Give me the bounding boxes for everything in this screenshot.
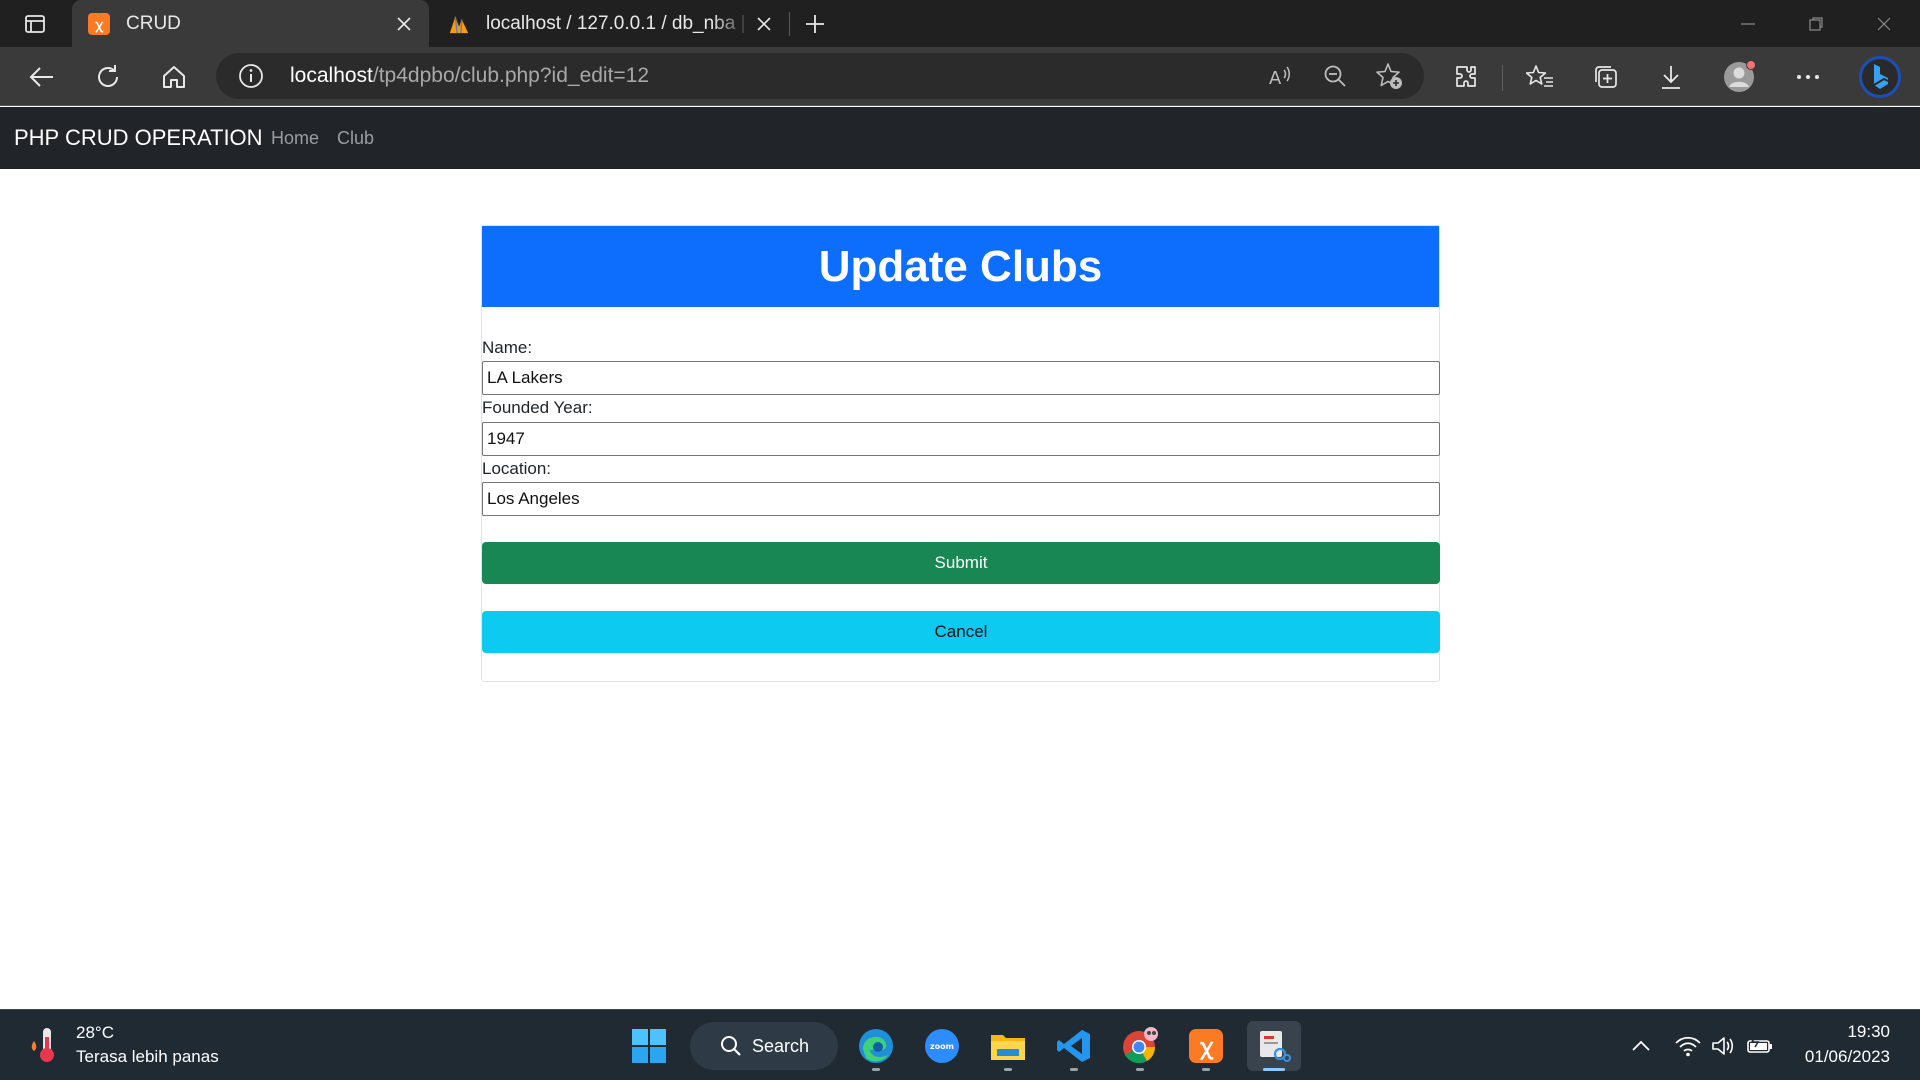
search-icon: [721, 1036, 741, 1056]
xampp-icon: ꭓ: [88, 12, 110, 35]
cancel-button[interactable]: Cancel: [482, 611, 1440, 653]
tab-title: CRUD: [126, 12, 181, 34]
name-input[interactable]: [482, 361, 1440, 395]
browser-toolbar: localhost/tp4dpbo/club.php?id_edit=12 A: [0, 47, 1920, 106]
location-label: Location:: [482, 459, 551, 478]
chevron-up-icon[interactable]: [1626, 1031, 1656, 1061]
nav-link-home[interactable]: Home: [271, 128, 319, 149]
location-input[interactable]: [482, 482, 1440, 516]
clock-time[interactable]: 19:30: [1847, 1022, 1890, 1042]
tab-actions-icon[interactable]: [20, 11, 50, 37]
refresh-icon[interactable]: [91, 60, 125, 94]
url-host: localhost: [290, 64, 373, 87]
minimize-icon[interactable]: [1714, 0, 1782, 47]
close-tab-icon[interactable]: [391, 11, 417, 37]
volume-icon[interactable]: [1708, 1031, 1738, 1061]
svg-text:zoom: zoom: [930, 1042, 954, 1051]
nav-link-club[interactable]: Club: [337, 128, 374, 149]
name-label: Name:: [482, 338, 533, 357]
close-tab-icon[interactable]: [751, 11, 777, 37]
browser-tab-strip: ꭓ CRUD localhost / 127.0.0.1 / db_nba | …: [0, 0, 1920, 47]
chrome-icon[interactable]: [1115, 1021, 1165, 1071]
tab-title: localhost / 127.0.0.1 / db_nba | phpMyAd…: [486, 12, 751, 34]
wifi-icon[interactable]: [1673, 1031, 1703, 1061]
downloads-icon[interactable]: [1654, 60, 1688, 94]
running-indicator: [1070, 1068, 1078, 1071]
edge-icon[interactable]: [851, 1021, 901, 1071]
running-indicator: [1202, 1068, 1210, 1071]
home-icon[interactable]: [157, 60, 191, 94]
back-icon[interactable]: [25, 60, 59, 94]
new-tab-icon[interactable]: [800, 10, 830, 38]
more-options-icon[interactable]: [1791, 60, 1825, 94]
file-explorer-icon[interactable]: [983, 1021, 1033, 1071]
weather-temperature[interactable]: 28°C: [76, 1023, 114, 1043]
site-navbar: PHP CRUD OPERATION Home Club: [0, 107, 1920, 169]
xampp-app-icon[interactable]: ꭓ: [1181, 1021, 1231, 1071]
extensions-icon[interactable]: [1449, 60, 1483, 94]
site-info-icon[interactable]: [238, 63, 264, 89]
search-label: Search: [752, 1035, 810, 1056]
bing-copilot-icon[interactable]: [1857, 54, 1903, 100]
add-favorite-icon[interactable]: [1374, 61, 1404, 91]
running-indicator: [1136, 1068, 1144, 1071]
url-path: /tp4dpbo/club.php?id_edit=12: [372, 64, 650, 87]
favorites-icon[interactable]: [1523, 60, 1557, 94]
restore-icon[interactable]: [1782, 0, 1850, 47]
close-window-icon[interactable]: [1850, 0, 1918, 47]
running-indicator: [1004, 1068, 1012, 1071]
windows-taskbar: 28°C Terasa lebih panas Search zoom ꭓ 19…: [0, 1009, 1920, 1080]
address-bar[interactable]: localhost/tp4dpbo/club.php?id_edit=12 A: [216, 53, 1424, 99]
founded-year-input[interactable]: [482, 422, 1440, 456]
url-text: localhost/tp4dpbo/club.php?id_edit=12: [290, 64, 649, 88]
svg-text:ꭓ: ꭓ: [1199, 1035, 1214, 1060]
tab-separator: [789, 12, 790, 36]
start-icon[interactable]: [624, 1021, 674, 1071]
toolbar-divider: [1502, 65, 1503, 91]
snipping-tool-icon[interactable]: [1247, 1021, 1301, 1071]
tab-crud[interactable]: ꭓ CRUD: [72, 0, 429, 47]
taskbar-search[interactable]: Search: [690, 1022, 838, 1070]
zoom-app-icon[interactable]: zoom: [917, 1021, 967, 1071]
form-title: Update Clubs: [482, 226, 1439, 307]
clock-date[interactable]: 01/06/2023: [1805, 1047, 1890, 1067]
vscode-icon[interactable]: [1049, 1021, 1099, 1071]
phpmyadmin-icon: [448, 13, 470, 35]
battery-icon[interactable]: [1745, 1031, 1775, 1061]
collections-icon[interactable]: [1589, 60, 1623, 94]
read-aloud-icon[interactable]: A: [1266, 61, 1296, 91]
update-club-form: Update Clubs Name: Founded Year: Locatio…: [481, 225, 1440, 682]
founded-year-label: Founded Year:: [482, 398, 593, 417]
svg-text:A: A: [1269, 68, 1282, 88]
thermometer-icon[interactable]: [28, 1025, 64, 1065]
running-indicator: [1263, 1068, 1285, 1071]
running-indicator: [872, 1068, 880, 1071]
submit-button[interactable]: Submit: [482, 542, 1440, 584]
navbar-brand[interactable]: PHP CRUD OPERATION: [14, 125, 263, 151]
tab-phpmyadmin[interactable]: localhost / 127.0.0.1 / db_nba | phpMyAd…: [432, 0, 789, 47]
zoom-out-icon[interactable]: [1320, 61, 1350, 91]
profile-avatar[interactable]: [1723, 60, 1757, 94]
weather-description[interactable]: Terasa lebih panas: [76, 1047, 219, 1067]
